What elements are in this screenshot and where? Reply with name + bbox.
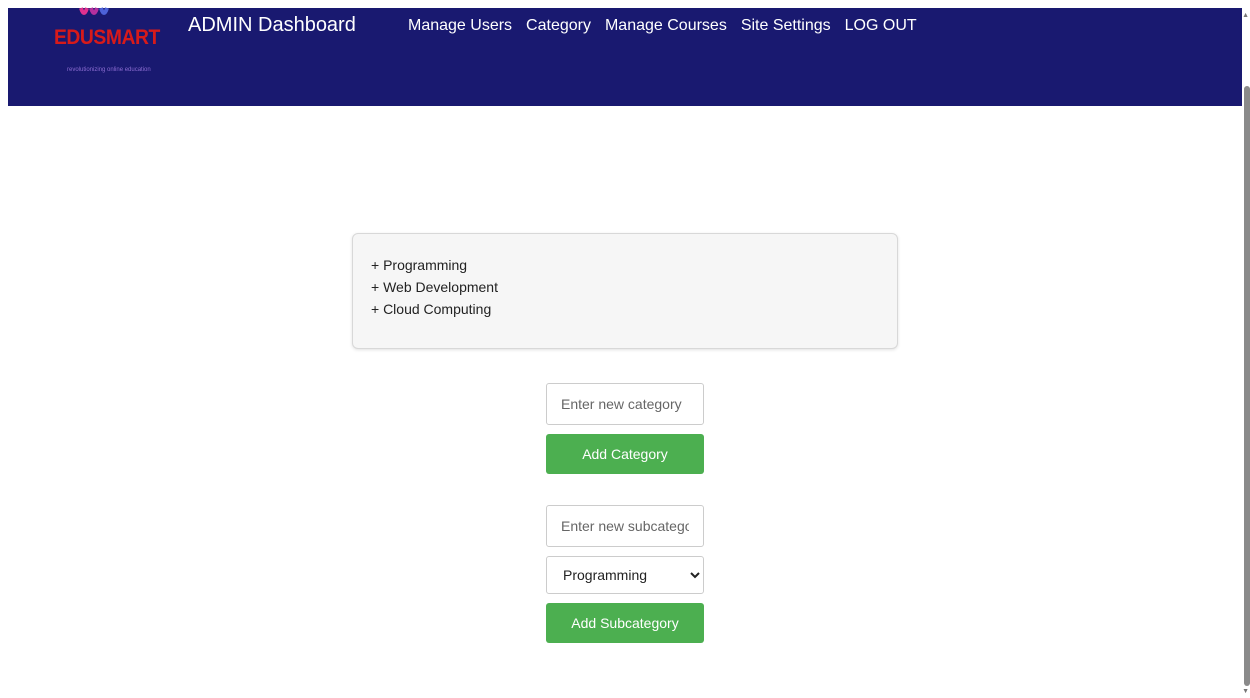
add-category-button[interactable]: Add Category <box>546 434 704 474</box>
page-title: ADMIN Dashboard <box>188 14 356 36</box>
nav-site-settings[interactable]: Site Settings <box>741 17 831 35</box>
nav-manage-users[interactable]: Manage Users <box>408 17 512 35</box>
main-nav: Manage Users Category Manage Courses Sit… <box>408 17 917 35</box>
nav-manage-courses[interactable]: Manage Courses <box>605 17 727 35</box>
top-header: EDUSMART revolutionizing online educatio… <box>8 7 1242 106</box>
scroll-up-arrow-icon[interactable]: ▲ <box>1242 12 1249 19</box>
logo-tagline: revolutionizing online education <box>67 67 151 73</box>
page-scrollbar[interactable]: ▲ ▼ <box>1242 0 1250 698</box>
parent-category-select[interactable]: Programming <box>546 556 704 594</box>
admin-page: EDUSMART revolutionizing online educatio… <box>0 0 1250 698</box>
scrollbar-thumb[interactable] <box>1244 86 1250 686</box>
nav-log-out[interactable]: LOG OUT <box>845 17 917 35</box>
logo-text: EDUSMART <box>54 26 160 49</box>
category-item-cloud-computing[interactable]: + Cloud Computing <box>371 298 879 320</box>
scroll-down-arrow-icon[interactable]: ▼ <box>1242 688 1249 695</box>
nav-category[interactable]: Category <box>526 17 591 35</box>
edusmart-logo[interactable]: EDUSMART revolutionizing online educatio… <box>22 7 162 88</box>
new-category-input[interactable] <box>546 383 704 425</box>
add-subcategory-button[interactable]: Add Subcategory <box>546 603 704 643</box>
category-item-web-development[interactable]: + Web Development <box>371 276 879 298</box>
logo-mark-icon <box>79 7 109 15</box>
new-subcategory-input[interactable] <box>546 505 704 547</box>
category-list-panel: + Programming + Web Development + Cloud … <box>352 233 898 349</box>
category-item-programming[interactable]: + Programming <box>371 254 879 276</box>
